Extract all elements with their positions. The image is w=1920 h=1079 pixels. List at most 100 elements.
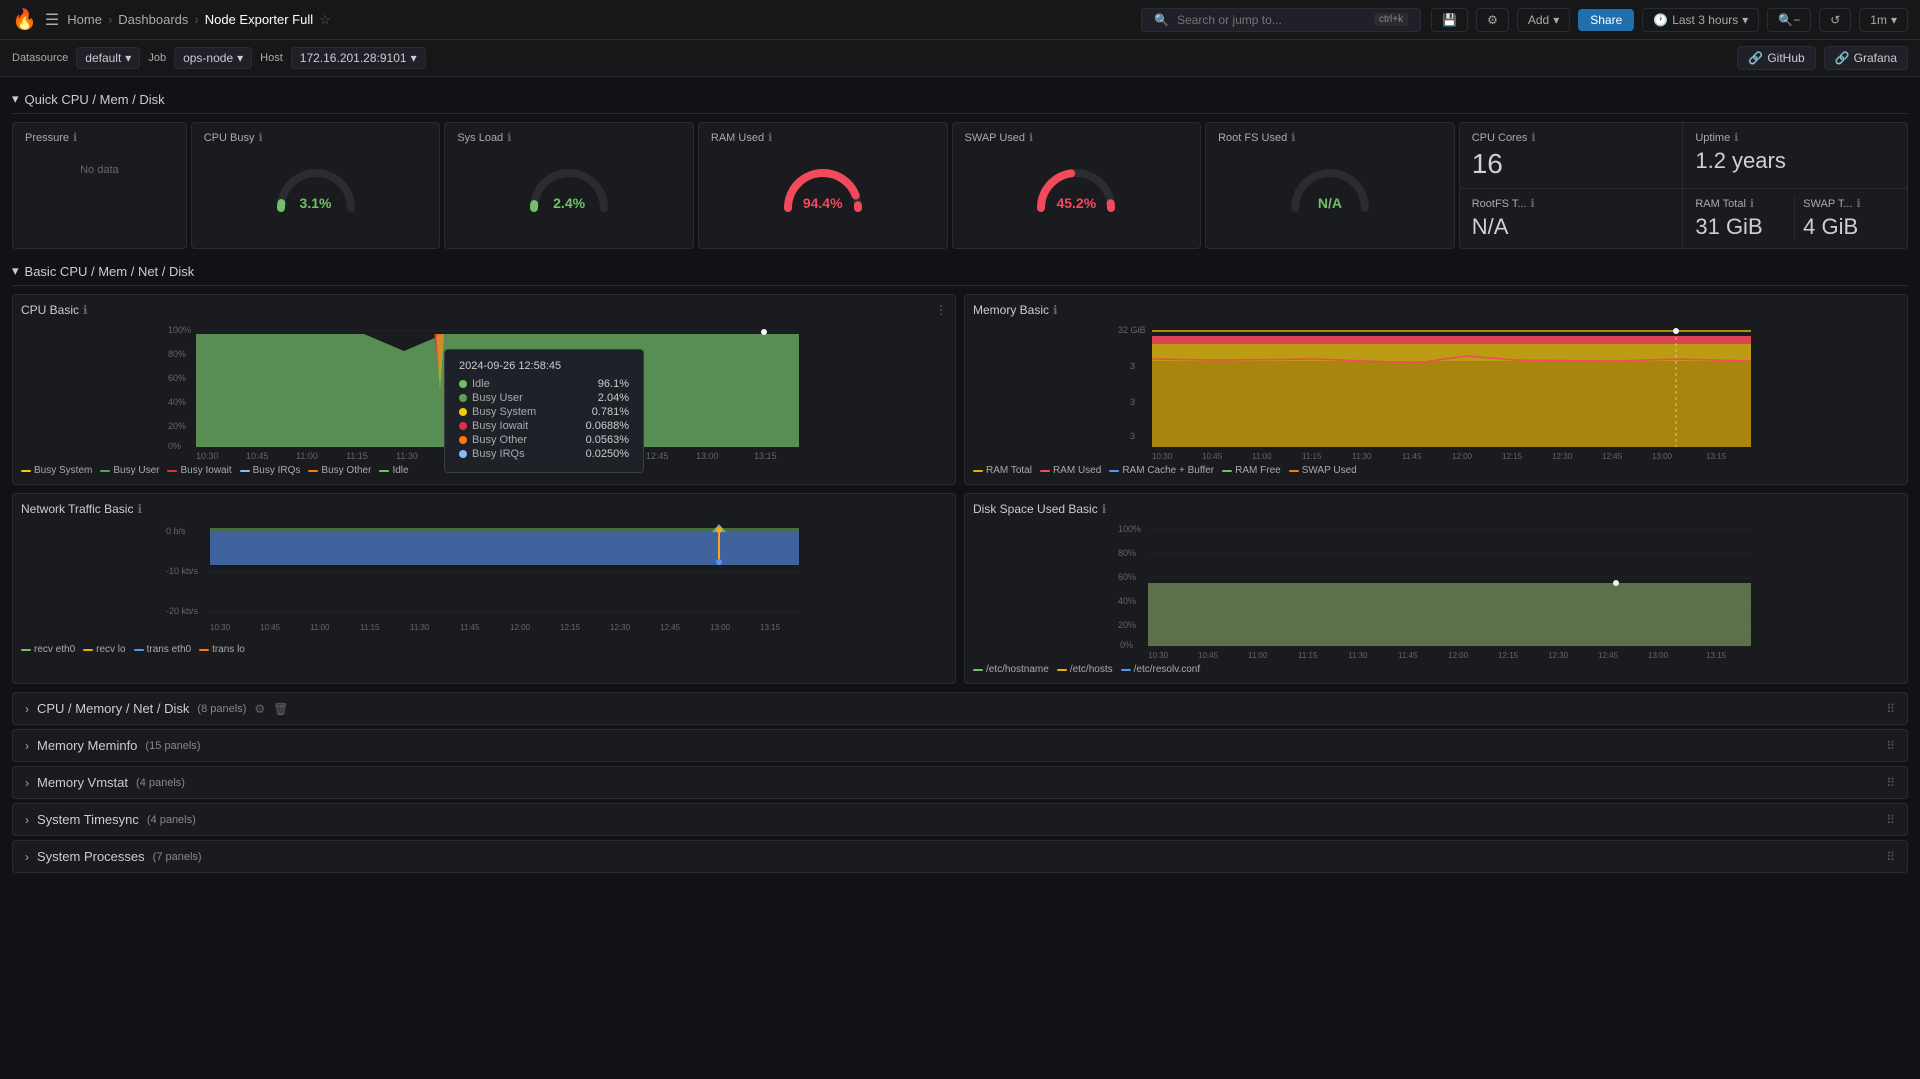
breadcrumb-dashboards[interactable]: Dashboards [118, 12, 188, 27]
right-stats-panel: CPU Cores ℹ 16 Uptime ℹ 1.2 years RootFS… [1459, 122, 1908, 249]
svg-text:3: 3 [1130, 431, 1135, 441]
svg-text:13:15: 13:15 [754, 451, 777, 461]
cpu-basic-info[interactable]: ℹ [83, 303, 88, 317]
tooltip-busy-iowait-val: 0.0688% [586, 420, 629, 432]
system-processes-title: System Processes [37, 849, 145, 864]
quick-stats-row: Pressure ℹ No data CPU Busy ℹ 3.1% [12, 122, 1908, 249]
ram-total-info[interactable]: ℹ [1750, 197, 1754, 210]
legend-ram-total: RAM Total [973, 465, 1032, 476]
settings-button[interactable]: ⚙ [1476, 8, 1509, 32]
cpu-basic-menu[interactable]: ⋮ [935, 303, 947, 317]
ram-used-value: 94.4% [778, 195, 868, 211]
swap-used-info-icon[interactable]: ℹ [1029, 131, 1033, 144]
save-button[interactable]: 💾 [1431, 8, 1468, 32]
svg-text:12:15: 12:15 [560, 623, 581, 632]
network-chart-legend: recv eth0 recv lo trans eth0 trans lo [21, 640, 947, 655]
rootfs-total-title: RootFS T... [1472, 198, 1527, 210]
svg-text:13:00: 13:00 [1652, 452, 1673, 461]
swap-used-title: SWAP Used ℹ [965, 131, 1189, 144]
swap-used-panel: SWAP Used ℹ 45.2% [952, 122, 1202, 249]
svg-text:100%: 100% [1118, 524, 1141, 534]
network-traffic-info[interactable]: ℹ [137, 502, 142, 516]
star-icon[interactable]: ☆ [319, 12, 331, 28]
host-select[interactable]: 172.16.201.28:9101 ▾ [291, 47, 426, 69]
pressure-info-icon[interactable]: ℹ [73, 131, 77, 144]
svg-text:40%: 40% [1118, 596, 1136, 606]
time-range-button[interactable]: 🕐 Last 3 hours ▾ [1642, 8, 1759, 32]
cpu-basic-title: CPU Basic ℹ ⋮ [21, 303, 947, 317]
system-processes-drag-handle: ⠿ [1886, 850, 1895, 864]
legend-busy-iowait: Busy Iowait [167, 465, 231, 476]
system-timesync-section[interactable]: › System Timesync (4 panels) ⠿ [12, 803, 1908, 836]
rootfs-total-cell: RootFS T... ℹ N/A [1460, 189, 1684, 248]
svg-text:12:00: 12:00 [1452, 452, 1473, 461]
swap-total-title: SWAP T... [1803, 198, 1852, 210]
add-button[interactable]: Add ▾ [1517, 8, 1570, 32]
github-label: GitHub [1767, 51, 1804, 65]
cpu-busy-info-icon[interactable]: ℹ [258, 131, 262, 144]
svg-text:11:15: 11:15 [1298, 651, 1318, 660]
sys-load-panel: Sys Load ℹ 2.4% [444, 122, 694, 249]
memory-vmstat-section[interactable]: › Memory Vmstat (4 panels) ⠿ [12, 766, 1908, 799]
ram-used-info-icon[interactable]: ℹ [768, 131, 772, 144]
pressure-panel: Pressure ℹ No data [12, 122, 187, 249]
svg-text:12:45: 12:45 [1598, 651, 1619, 660]
legend-recv-eth0: recv eth0 [21, 644, 75, 655]
datasource-select[interactable]: default ▾ [76, 47, 140, 69]
tooltip-busy-irqs-row: Busy IRQs 0.0250% [459, 448, 629, 460]
cpu-busy-panel: CPU Busy ℹ 3.1% [191, 122, 441, 249]
memory-meminfo-section[interactable]: › Memory Meminfo (15 panels) ⠿ [12, 729, 1908, 762]
quick-cpu-chevron: ▾ [12, 91, 19, 107]
sys-load-info-icon[interactable]: ℹ [507, 131, 511, 144]
memory-basic-svg: 32 GiB 3 3 3 10:3 [973, 321, 1899, 461]
system-processes-section[interactable]: › System Processes (7 panels) ⠿ [12, 840, 1908, 873]
search-input[interactable] [1177, 13, 1366, 27]
github-button[interactable]: 🔗 GitHub [1737, 46, 1815, 70]
swap-total-value: 4 GiB [1803, 214, 1895, 240]
refresh-interval-button[interactable]: 1m▾ [1859, 8, 1908, 32]
rootfs-total-info[interactable]: ℹ [1531, 197, 1535, 210]
memory-basic-info[interactable]: ℹ [1053, 303, 1058, 317]
basic-cpu-section-header[interactable]: ▾ Basic CPU / Mem / Net / Disk [12, 257, 1908, 286]
search-bar[interactable]: 🔍 ctrl+k [1141, 8, 1421, 32]
svg-text:12:30: 12:30 [1548, 651, 1569, 660]
tooltip-busy-other-val: 0.0563% [586, 434, 629, 446]
swap-total-info[interactable]: ℹ [1856, 197, 1860, 210]
cpu-memory-badge: (8 panels) [197, 703, 246, 715]
legend-busy-user: Busy User [100, 465, 159, 476]
disk-space-panel: Disk Space Used Basic ℹ 100% 80% 60% 40%… [964, 493, 1908, 684]
zoom-out-button[interactable]: 🔍− [1767, 8, 1811, 32]
root-fs-info-icon[interactable]: ℹ [1291, 131, 1295, 144]
basic-cpu-chevron: ▾ [12, 263, 19, 279]
cpu-memory-section[interactable]: › CPU / Memory / Net / Disk (8 panels) ⚙… [12, 692, 1908, 725]
grafana-button[interactable]: 🔗 Grafana [1824, 46, 1908, 70]
disk-space-info[interactable]: ℹ [1102, 502, 1107, 516]
root-fs-panel: Root FS Used ℹ N/A [1205, 122, 1455, 249]
svg-text:60%: 60% [168, 373, 186, 383]
job-select[interactable]: ops-node ▾ [174, 47, 252, 69]
refresh-interval-label: 1m [1870, 13, 1887, 27]
memory-meminfo-chevron: › [25, 739, 29, 753]
cpu-cores-info[interactable]: ℹ [1531, 131, 1535, 144]
cpu-busy-value: 3.1% [271, 195, 361, 211]
cpu-memory-title: CPU / Memory / Net / Disk [37, 701, 189, 716]
svg-text:0%: 0% [1120, 640, 1133, 650]
svg-text:11:45: 11:45 [1402, 452, 1422, 461]
tooltip-busy-system-val: 0.781% [592, 406, 629, 418]
refresh-button[interactable]: ↺ [1819, 8, 1851, 32]
cpu-memory-settings-icon[interactable]: ⚙ [254, 702, 265, 716]
search-icon: 🔍 [1154, 13, 1169, 27]
job-chevron: ▾ [237, 51, 243, 65]
memory-vmstat-drag-handle: ⠿ [1886, 776, 1895, 790]
svg-text:11:15: 11:15 [360, 623, 380, 632]
cpu-memory-drag-handle: ⠿ [1886, 702, 1895, 716]
cpu-memory-delete-icon[interactable]: 🗑 [273, 702, 288, 716]
hamburger-icon[interactable]: ☰ [45, 10, 59, 30]
tooltip-busy-iowait-row: Busy Iowait 0.0688% [459, 420, 629, 432]
svg-text:12:00: 12:00 [510, 623, 531, 632]
share-button[interactable]: Share [1578, 9, 1634, 31]
uptime-info[interactable]: ℹ [1734, 131, 1738, 144]
breadcrumb-home[interactable]: Home [67, 12, 102, 27]
quick-cpu-section-header[interactable]: ▾ Quick CPU / Mem / Disk [12, 85, 1908, 114]
system-processes-badge: (7 panels) [153, 851, 202, 863]
